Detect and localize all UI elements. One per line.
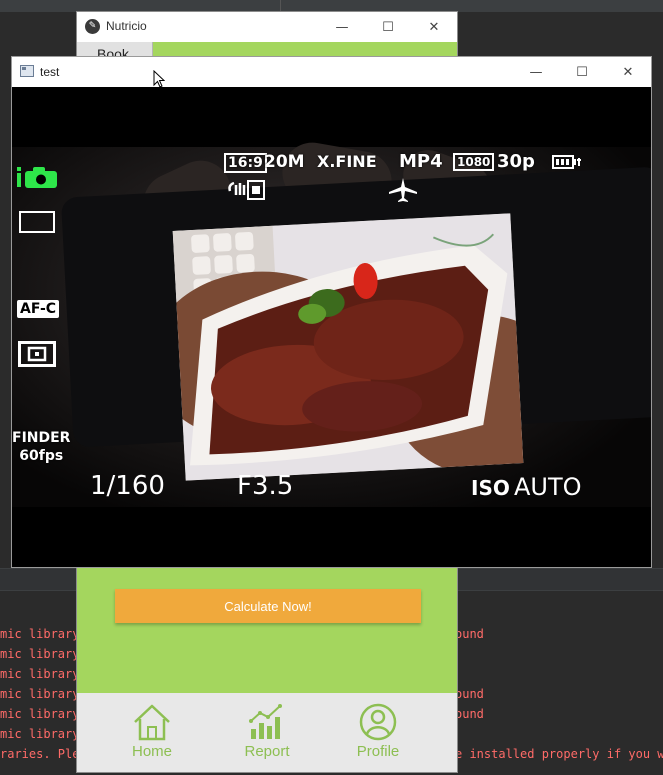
window-title: Nutricio <box>106 19 147 33</box>
nav-item-profile[interactable]: Profile <box>323 693 433 772</box>
frame-rate: 30p <box>497 151 535 172</box>
test-window: test — ☐ ✕ AF-C FINDER 60fps 16:9 20M X.… <box>11 56 652 568</box>
video-size-badge: 1080 <box>453 153 495 171</box>
airplane-mode-icon <box>389 178 417 202</box>
iso-value: AUTO <box>514 473 582 501</box>
terminal-line-tail: ound <box>455 627 484 641</box>
close-button[interactable]: ✕ <box>605 57 651 87</box>
terminal-line: mic library <box>0 667 80 681</box>
finder-text: FINDER <box>12 430 71 446</box>
minimize-button[interactable]: — <box>319 12 365 42</box>
shutter-speed: 1/160 <box>90 471 165 501</box>
battery-icon <box>552 155 581 169</box>
frame-mode-icon <box>19 211 55 233</box>
terminal-line: mic library <box>0 687 80 701</box>
maximize-button[interactable]: ☐ <box>559 57 605 87</box>
terminal-line: mic library <box>0 647 80 661</box>
window-title: test <box>40 65 60 79</box>
aspect-ratio-badge: 16:9 <box>224 153 267 173</box>
nav-label-home: Home <box>131 743 172 760</box>
focus-mode-badge: AF-C <box>17 300 60 318</box>
food-photo <box>172 213 524 481</box>
terminal-line-tail: e installed properly if you wo <box>455 747 663 761</box>
terminal-line: mic library <box>0 727 80 741</box>
close-button[interactable]: ✕ <box>411 12 457 42</box>
terminal-line: mic library <box>0 627 80 641</box>
steadyshot-icon <box>228 180 265 200</box>
aperture: F3.5 <box>237 471 294 501</box>
terminal-line-tail: ound <box>455 707 484 721</box>
nav-item-report[interactable]: Report <box>212 693 322 772</box>
image-size: 20M <box>264 152 305 172</box>
desktop: mic library mic library mic library mic … <box>0 0 663 775</box>
file-format: MP4 <box>399 151 443 172</box>
terminal-line-tail: ound <box>455 687 484 701</box>
bottom-navigation: Home Report Profile <box>77 693 457 772</box>
window-app-icon <box>20 65 34 77</box>
terminal-line: raries. Ple <box>0 747 80 761</box>
quality-label: X.FINE <box>317 152 377 171</box>
nav-label-profile: Profile <box>356 743 400 760</box>
leaf-icon: ✎ <box>85 19 100 34</box>
home-icon <box>134 704 170 741</box>
minimize-button[interactable]: — <box>513 57 559 87</box>
maximize-button[interactable]: ☐ <box>365 12 411 42</box>
intelligent-auto-camera-icon <box>17 167 57 188</box>
finder-fps: 60fps <box>19 448 64 464</box>
finder-label: FINDER 60fps <box>12 429 70 465</box>
profile-icon <box>359 703 397 741</box>
camera-feed: AF-C FINDER 60fps 16:9 20M X.FINE MP4 10… <box>12 87 651 567</box>
nutricio-titlebar[interactable]: ✎ Nutricio — ☐ ✕ <box>77 12 457 42</box>
test-titlebar[interactable]: test — ☐ ✕ <box>12 57 651 87</box>
calculate-now-button[interactable]: Calculate Now! <box>115 589 421 623</box>
iso-label: ISO <box>471 476 510 500</box>
terminal-line: mic library <box>0 707 80 721</box>
nav-label-report: Report <box>244 743 290 760</box>
mouse-cursor-icon <box>153 70 165 88</box>
nav-item-home[interactable]: Home <box>97 693 207 772</box>
focus-area-icon <box>18 341 56 367</box>
report-chart-icon <box>249 704 282 739</box>
